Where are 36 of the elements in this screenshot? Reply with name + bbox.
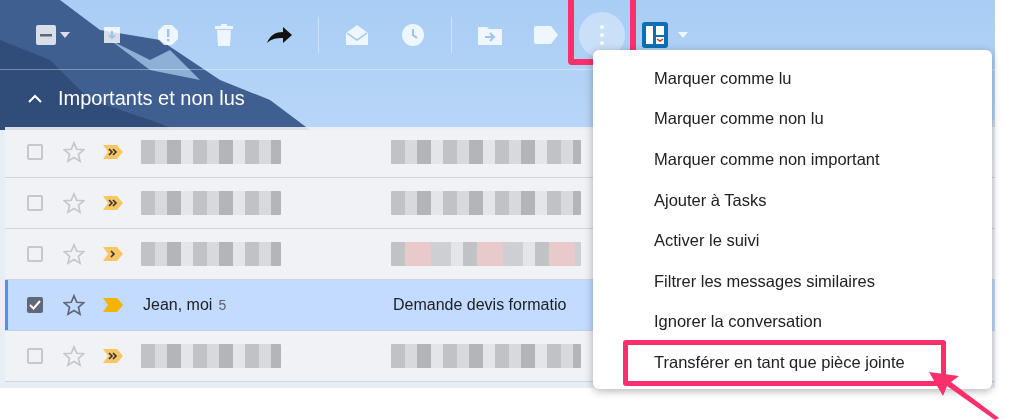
collapse-chevron-icon[interactable] [28,94,42,103]
menu-item[interactable]: Marquer comme non lu [654,109,824,129]
checkbox[interactable] [27,297,43,313]
clock-icon[interactable] [402,23,424,46]
importance-marker-icon[interactable] [103,298,123,312]
trash-icon[interactable] [215,23,233,46]
board-app-icon[interactable] [642,21,668,48]
forward-arrow-icon[interactable] [267,25,293,44]
importance-marker-icon[interactable] [103,196,123,210]
importance-marker-icon[interactable] [103,145,123,159]
checkbox[interactable] [27,144,43,160]
menu-item[interactable]: Ignorer la conversation [654,312,822,332]
email-subject: Demande devis formatio [393,296,567,314]
star-icon[interactable] [63,345,85,367]
importance-marker-icon[interactable] [103,349,123,363]
checkbox-minus-icon[interactable] [36,24,56,45]
sender-name: Jean, moi [143,296,213,314]
menu-item[interactable]: Marquer comme lu [654,68,792,88]
menu-item[interactable]: Marquer comme non important [654,150,880,169]
message-count: 5 [218,297,227,313]
caret-icon[interactable] [60,31,70,38]
label-icon[interactable] [534,25,558,44]
importance-marker-icon[interactable] [103,247,123,261]
menu-item[interactable]: Ajouter à Tasks [654,190,767,210]
star-icon[interactable] [63,294,85,316]
star-icon[interactable] [63,141,85,163]
checkbox[interactable] [27,246,43,262]
star-icon[interactable] [63,192,85,214]
section-title: Importants et non lus [58,87,245,110]
open-envelope-icon[interactable] [346,24,368,45]
checkbox[interactable] [27,195,43,211]
checkbox[interactable] [27,348,43,364]
menu-item[interactable]: Transférer en tant que pièce jointe [654,352,905,372]
menu-item[interactable]: Activer le suivi [654,231,760,251]
warning-icon[interactable] [157,23,179,46]
star-icon[interactable] [63,243,85,265]
